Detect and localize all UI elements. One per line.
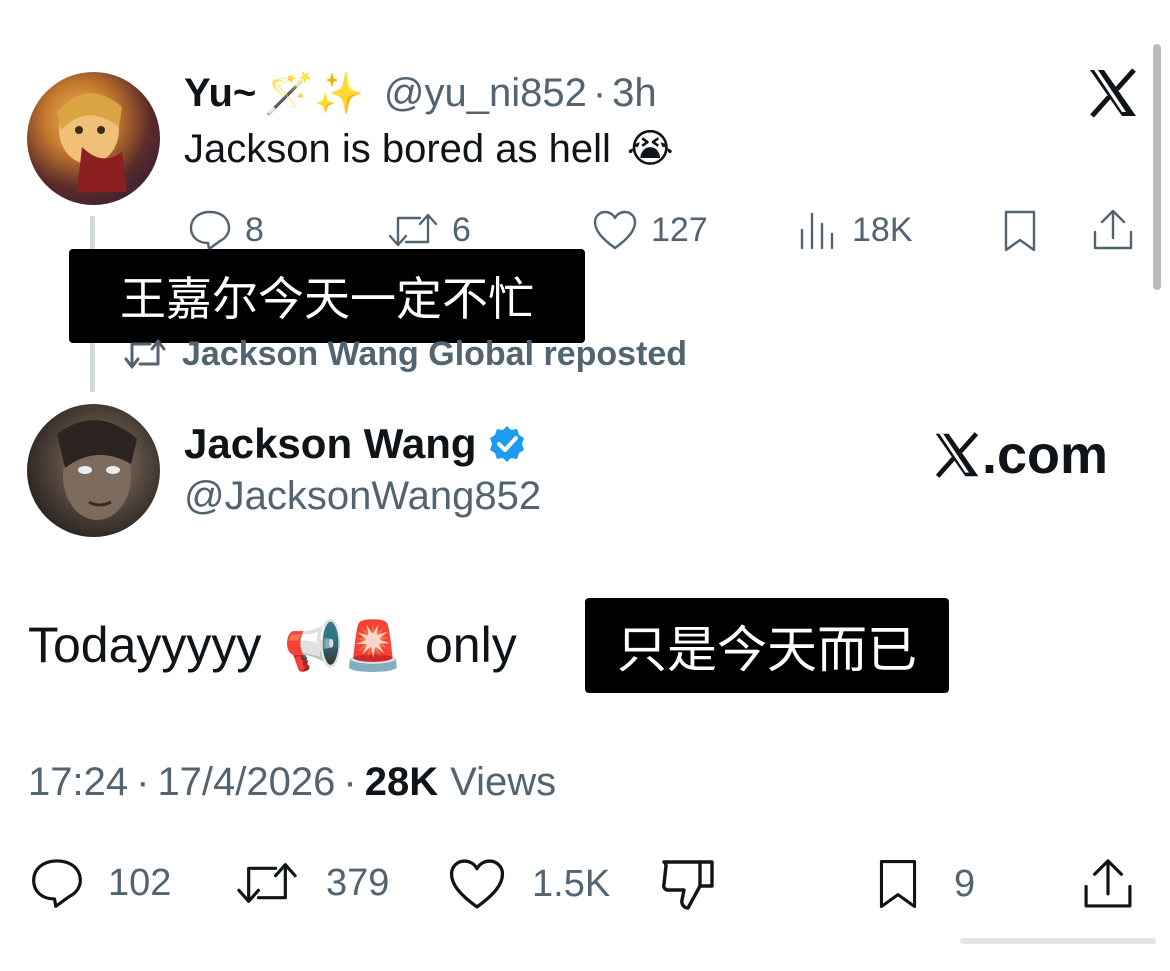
caption-overlay-main-text: 只是今天而已 <box>617 620 917 679</box>
main-views-count[interactable]: 28K <box>365 760 438 805</box>
main-author-name[interactable]: Jackson Wang <box>184 420 477 468</box>
reply-reply-count[interactable]: 8 <box>187 208 264 252</box>
reply-bubble-icon <box>28 856 86 910</box>
main-time[interactable]: 17:24 <box>28 760 128 805</box>
main-bookmark-button[interactable]: 9 <box>872 856 975 912</box>
meta-separator-2: · <box>343 760 357 804</box>
main-author-avatar[interactable] <box>27 404 160 537</box>
main-reply-count: 102 <box>108 861 172 904</box>
reply-count-value: 8 <box>245 210 264 249</box>
main-like-button[interactable]: 1.5K <box>446 856 610 912</box>
main-tweet-text: Todayyyyy 📢🚨 only <box>28 616 517 674</box>
crying-emoji-icon: 😭 <box>626 126 674 172</box>
main-like-count: 1.5K <box>532 862 611 905</box>
reply-text: Jackson is bored as hell <box>184 126 611 171</box>
reply-author-name-emojis: 🪄✨ <box>264 70 364 117</box>
verified-badge-icon <box>487 424 527 464</box>
repost-small-icon <box>122 334 168 374</box>
reply-author-avatar[interactable] <box>27 72 160 205</box>
like-count-value: 127 <box>651 210 708 249</box>
view-count-value: 18K <box>852 210 913 249</box>
meta-separator-1: · <box>136 760 150 804</box>
main-date[interactable]: 17/4/2026 <box>157 760 335 805</box>
x-logo-icon[interactable] <box>1086 66 1140 120</box>
caption-overlay-main: 只是今天而已 <box>585 598 949 693</box>
repost-banner-text: Jackson Wang Global reposted <box>182 334 688 373</box>
reply-view-count[interactable]: 18K <box>796 208 913 252</box>
home-indicator <box>960 938 1156 944</box>
heart-icon <box>446 856 508 912</box>
repost-banner[interactable]: Jackson Wang Global reposted <box>122 334 687 374</box>
repost-icon <box>386 208 440 252</box>
heart-icon <box>591 208 639 252</box>
x-com-domain: .com <box>982 425 1109 485</box>
reply-bubble-icon <box>187 208 233 252</box>
share-icon <box>1090 206 1136 254</box>
main-dislike-button[interactable] <box>660 856 716 914</box>
reply-tweet-text: Jackson is bored as hell 😭 <box>184 126 674 172</box>
x-com-watermark: .com <box>932 424 1108 486</box>
main-repost-count: 379 <box>326 861 390 904</box>
caption-overlay-top-text: 王嘉尔今天一定不忙 <box>120 272 534 326</box>
share-icon <box>1080 854 1136 914</box>
main-tweet-meta: 17:24 · 17/4/2026 · 28K Views <box>28 760 556 805</box>
main-author-handle[interactable]: @JacksonWang852 <box>184 474 541 519</box>
repost-count-value: 6 <box>452 210 471 249</box>
main-text-tail: only <box>424 617 517 673</box>
reply-time[interactable]: 3h <box>612 71 657 116</box>
repost-icon <box>234 856 300 910</box>
main-views-label: Views <box>450 760 557 804</box>
x-brand-icon <box>932 430 982 480</box>
caption-overlay-top: 王嘉尔今天一定不忙 <box>69 249 585 343</box>
main-text-lead: Todayyyyy <box>28 617 262 673</box>
reply-separator: · <box>592 70 607 115</box>
reply-repost-count[interactable]: 6 <box>386 208 471 252</box>
reply-author-name[interactable]: Yu~ <box>184 71 256 116</box>
analytics-icon <box>796 208 840 252</box>
reply-bookmark-button[interactable] <box>998 208 1042 254</box>
main-share-button[interactable] <box>1080 854 1136 914</box>
reply-like-count[interactable]: 127 <box>591 208 708 252</box>
main-bookmark-count: 9 <box>954 862 976 905</box>
megaphone-siren-emoji-icon: 📢🚨 <box>283 617 403 674</box>
main-repost-button[interactable]: 379 <box>234 856 389 910</box>
main-author-name-row: Jackson Wang <box>184 420 527 468</box>
bookmark-icon <box>998 208 1042 254</box>
main-reply-button[interactable]: 102 <box>28 856 171 910</box>
reply-author-header: Yu~ 🪄✨ @yu_ni852 · 3h <box>184 68 657 118</box>
bookmark-icon <box>872 856 924 912</box>
reply-author-handle[interactable]: @yu_ni852 <box>384 71 587 116</box>
scrollbar-thumb[interactable] <box>1153 44 1161 290</box>
thumbs-down-icon <box>660 856 716 914</box>
reply-share-button[interactable] <box>1090 206 1136 254</box>
